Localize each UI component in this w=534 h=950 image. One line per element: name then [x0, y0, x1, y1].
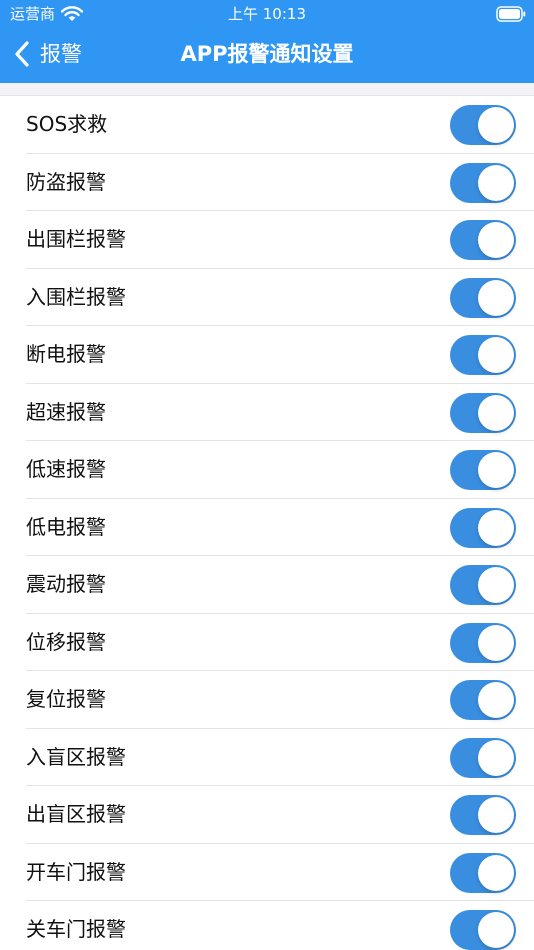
toggle-knob — [478, 337, 514, 373]
alarm-label: 防盗报警 — [26, 169, 106, 194]
alarm-row: 位移报警 — [0, 614, 534, 672]
toggle-knob — [478, 107, 514, 143]
alarm-label: 入围栏报警 — [26, 284, 126, 309]
alarm-row: 入围栏报警 — [0, 269, 534, 327]
toggle-knob — [478, 912, 514, 948]
alarm-row: 开车门报警 — [0, 844, 534, 902]
alarm-label: SOS求救 — [26, 112, 108, 136]
alarm-label: 低速报警 — [26, 457, 106, 481]
alarm-toggle[interactable] — [450, 277, 516, 318]
alarm-row: 断电报警 — [0, 326, 534, 384]
alarm-toggle[interactable] — [450, 507, 516, 548]
toggle-knob — [478, 682, 514, 718]
alarm-label: 复位报警 — [26, 687, 106, 711]
toggle-knob — [478, 509, 514, 546]
alarm-toggle[interactable] — [450, 910, 516, 950]
alarm-row: 低速报警 — [0, 441, 534, 499]
alarm-toggle[interactable] — [450, 795, 516, 835]
alarm-label: 震动报警 — [26, 572, 106, 596]
header: 运营商 上午 10:13 报警 APP报警通知设置 — [0, 0, 534, 83]
alarm-row: 低电报警 — [0, 499, 534, 557]
alarm-row: 出盲区报警 — [0, 786, 534, 844]
toggle-knob — [478, 222, 514, 258]
battery-icon — [496, 6, 526, 22]
alarm-toggle[interactable] — [450, 392, 516, 433]
alarm-row: SOS求救 — [0, 96, 534, 154]
status-bar: 运营商 上午 10:13 — [0, 0, 534, 28]
alarm-toggle[interactable] — [450, 220, 516, 260]
toggle-knob — [478, 452, 514, 488]
toggle-knob — [478, 567, 514, 603]
page-title: APP报警通知设置 — [180, 42, 354, 66]
alarm-row: 防盗报警 — [0, 154, 534, 212]
alarm-settings-list: SOS求救防盗报警出围栏报警入围栏报警断电报警超速报警低速报警低电报警震动报警位… — [0, 96, 534, 950]
alarm-toggle[interactable] — [450, 565, 516, 605]
alarm-toggle[interactable] — [450, 680, 516, 720]
alarm-toggle[interactable] — [450, 105, 516, 145]
alarm-row: 出围栏报警 — [0, 211, 534, 269]
alarm-toggle[interactable] — [450, 162, 516, 203]
alarm-label: 低电报警 — [26, 514, 106, 539]
toggle-knob — [478, 279, 514, 316]
nav-bar: 报警 APP报警通知设置 — [0, 28, 534, 83]
toggle-knob — [478, 854, 514, 891]
alarm-toggle[interactable] — [450, 335, 516, 375]
alarm-label: 关车门报警 — [26, 917, 126, 941]
alarm-toggle[interactable] — [450, 852, 516, 893]
toggle-knob — [478, 394, 514, 431]
alarm-row: 震动报警 — [0, 556, 534, 614]
toggle-knob — [478, 164, 514, 201]
alarm-label: 出盲区报警 — [26, 802, 126, 826]
toggle-knob — [478, 624, 514, 661]
alarm-label: 出围栏报警 — [26, 227, 126, 251]
alarm-row: 超速报警 — [0, 384, 534, 442]
toggle-knob — [478, 739, 514, 776]
alarm-toggle[interactable] — [450, 622, 516, 663]
status-time: 上午 10:13 — [228, 5, 306, 23]
alarm-row: 关车门报警 — [0, 901, 534, 950]
alarm-label: 位移报警 — [26, 629, 106, 654]
alarm-row: 入盲区报警 — [0, 729, 534, 787]
toggle-knob — [478, 797, 514, 833]
alarm-label: 断电报警 — [26, 342, 106, 366]
alarm-toggle[interactable] — [450, 737, 516, 778]
alarm-label: 超速报警 — [26, 399, 106, 424]
section-gap — [0, 83, 534, 96]
alarm-row: 复位报警 — [0, 671, 534, 729]
alarm-label: 开车门报警 — [26, 859, 126, 884]
alarm-toggle[interactable] — [450, 450, 516, 490]
alarm-label: 入盲区报警 — [26, 744, 126, 769]
